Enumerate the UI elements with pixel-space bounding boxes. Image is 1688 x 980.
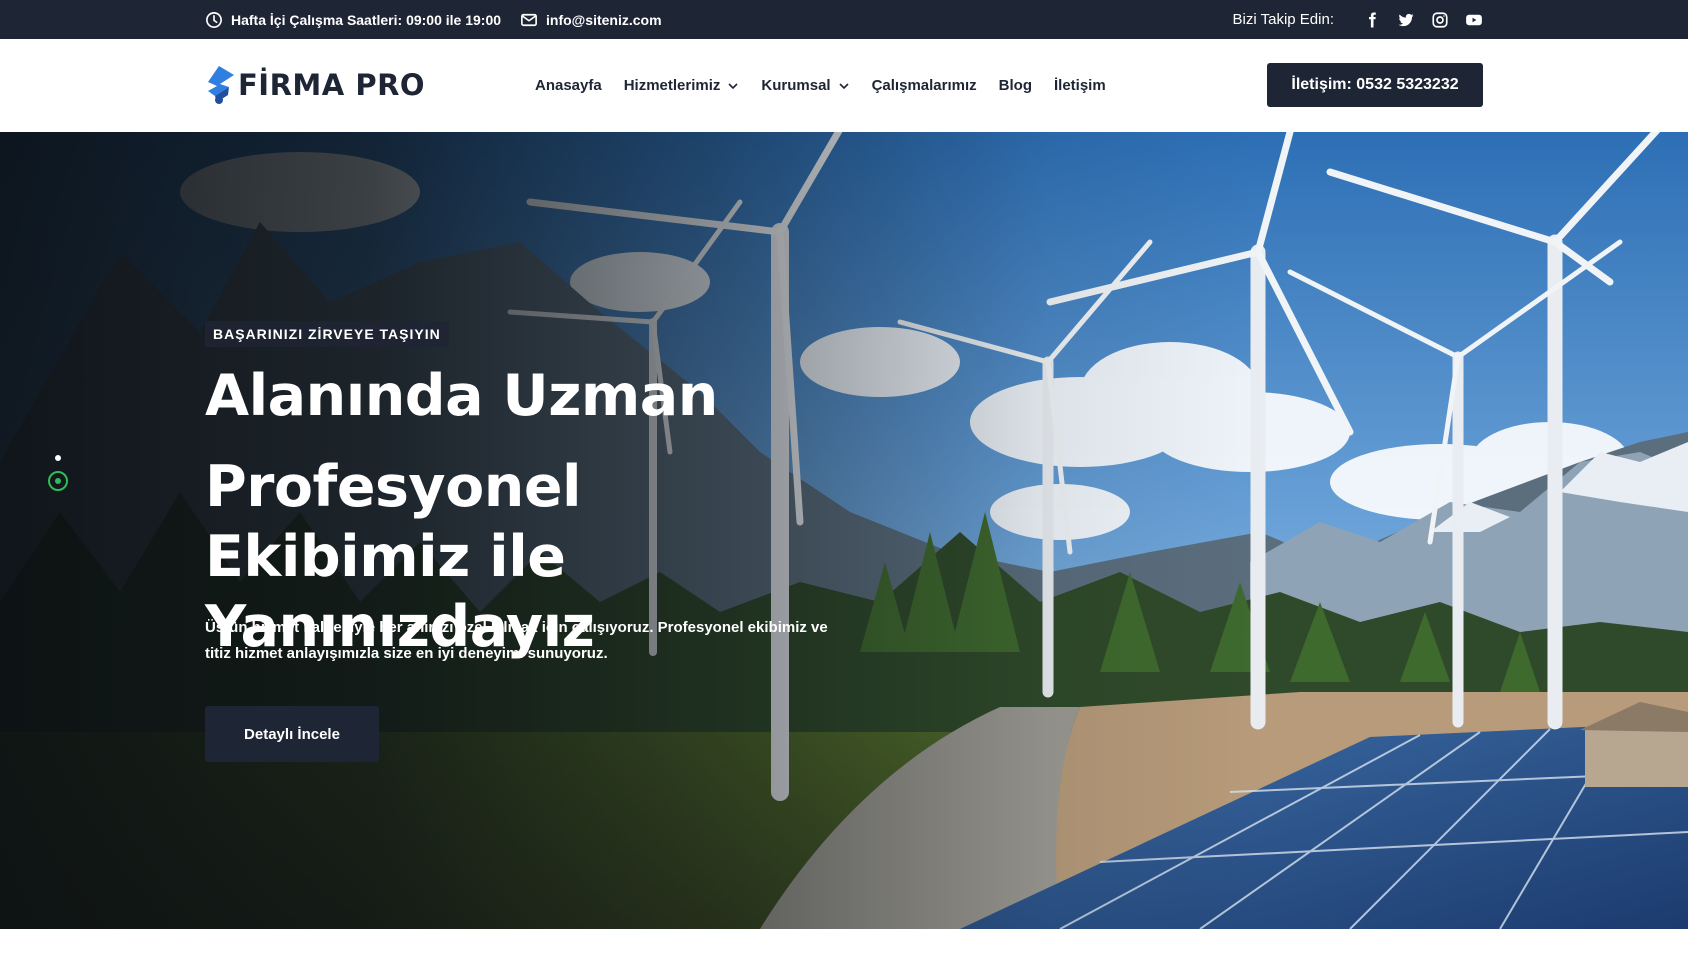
nav-label: Kurumsal: [761, 77, 831, 94]
nav-item-home[interactable]: Anasayfa: [535, 77, 602, 94]
logo-mark-icon: [208, 66, 234, 104]
facebook-icon[interactable]: [1362, 10, 1382, 30]
hero-eyebrow: BAŞARINIZI ZİRVEYE TAŞIYIN: [205, 321, 449, 347]
working-hours-text: Hafta İçi Çalışma Saatleri: 09:00 ile 19…: [231, 11, 502, 28]
slider-dot-active[interactable]: [48, 471, 68, 491]
site-logo[interactable]: FİRMA PRO: [205, 63, 425, 107]
next-section: [0, 929, 1688, 980]
nav-label: Çalışmalarımız: [871, 77, 977, 94]
nav-item-services[interactable]: Hizmetlerimiz: [624, 77, 740, 94]
contact-email[interactable]: info@siteniz.com: [520, 0, 662, 39]
social-follow: Bizi Takip Edin:: [1233, 0, 1484, 39]
nav-label: Hizmetlerimiz: [623, 77, 721, 94]
nav-item-contact[interactable]: İletişim: [1054, 77, 1106, 94]
working-hours: Hafta İçi Çalışma Saatleri: 09:00 ile 19…: [205, 0, 501, 39]
hero-slider: BAŞARINIZI ZİRVEYE TAŞIYIN Alanında Uzma…: [0, 132, 1688, 929]
logo-text: FİRMA PRO: [238, 68, 426, 102]
nav-item-corporate[interactable]: Kurumsal: [761, 77, 849, 94]
chevron-down-icon: [839, 82, 849, 89]
details-button[interactable]: Detaylı İncele: [205, 706, 379, 762]
hero-title-line1: Alanında Uzman: [205, 363, 718, 429]
twitter-icon[interactable]: [1396, 10, 1416, 30]
follow-label: Bizi Takip Edin:: [1232, 11, 1334, 28]
main-nav: Anasayfa Hizmetlerimiz Kurumsal Çalışmal…: [535, 39, 1128, 132]
envelope-icon: [520, 11, 538, 29]
nav-item-blog[interactable]: Blog: [999, 77, 1032, 94]
youtube-icon[interactable]: [1464, 10, 1484, 30]
clock-icon: [205, 11, 223, 29]
nav-label: Anasayfa: [535, 77, 602, 94]
nav-label: Blog: [998, 77, 1032, 94]
main-header: FİRMA PRO Anasayfa Hizmetlerimiz Kurumsa…: [0, 39, 1688, 132]
hero-description: Üstün hizmet kalitesiyle her anınızı öze…: [205, 619, 828, 662]
nav-label: İletişim: [1053, 77, 1106, 94]
slider-dot[interactable]: [55, 455, 61, 461]
nav-item-works[interactable]: Çalışmalarımız: [872, 77, 977, 94]
email-text[interactable]: info@siteniz.com: [546, 12, 662, 28]
call-button[interactable]: İletişim: 0532 5323232: [1267, 63, 1483, 107]
chevron-down-icon: [728, 82, 738, 89]
instagram-icon[interactable]: [1430, 10, 1450, 30]
top-bar: Hafta İçi Çalışma Saatleri: 09:00 ile 19…: [0, 0, 1688, 39]
